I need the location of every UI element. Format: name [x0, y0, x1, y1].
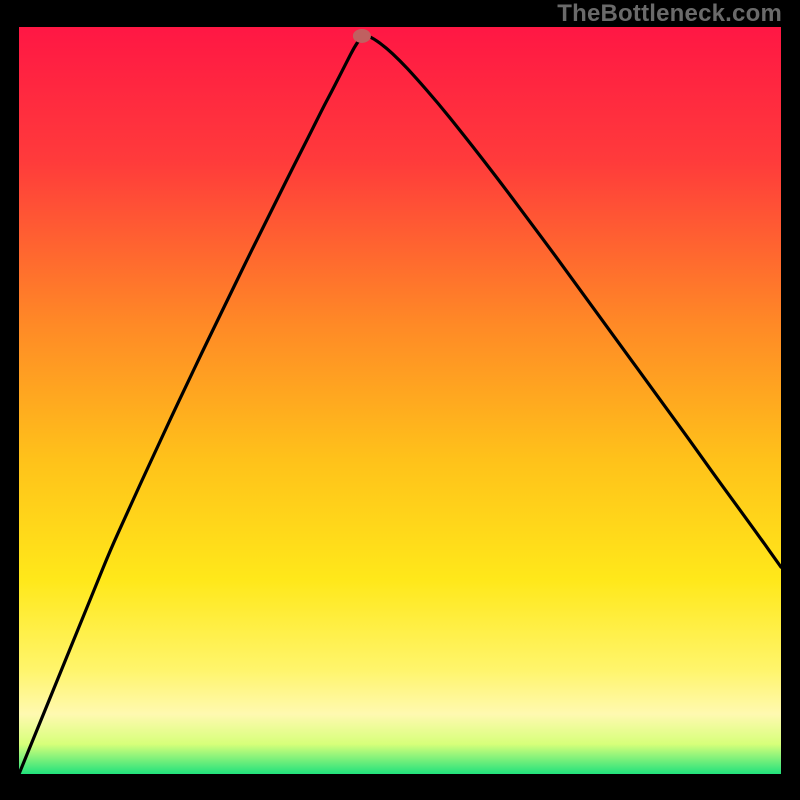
gradient-background [19, 27, 781, 774]
black-frame: TheBottleneck.com [0, 0, 800, 800]
optimum-marker [353, 29, 371, 43]
plot-area [19, 27, 781, 774]
watermark-label: TheBottleneck.com [557, 0, 782, 28]
chart-svg [19, 27, 781, 774]
